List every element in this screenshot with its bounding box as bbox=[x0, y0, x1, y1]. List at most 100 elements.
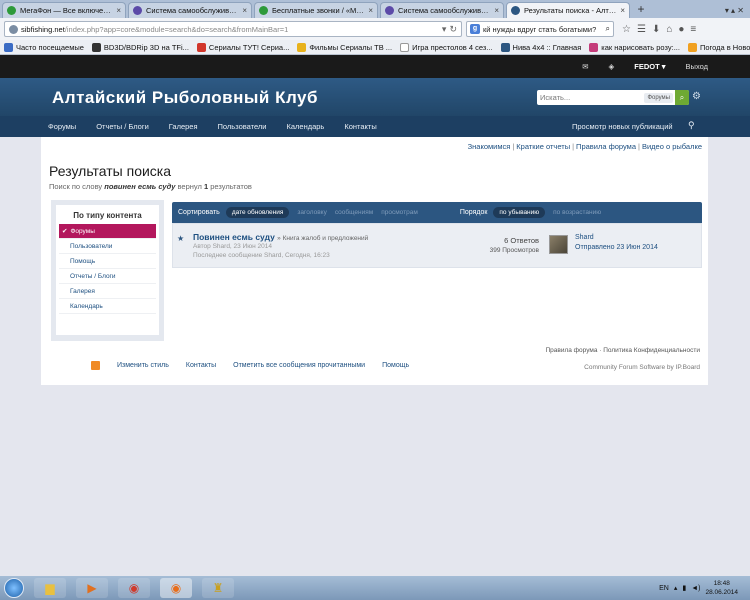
order-asc[interactable]: по возрастанию bbox=[553, 209, 601, 216]
close-tab-icon[interactable]: × bbox=[620, 6, 625, 15]
nav-calendar[interactable]: Календарь bbox=[286, 122, 324, 131]
browser-tab[interactable]: Система самообслужива... × bbox=[380, 2, 504, 18]
language-icon[interactable]: EN bbox=[659, 585, 669, 592]
filter-calendar[interactable]: Календарь bbox=[59, 299, 156, 314]
tab-label: Система самообслужива... bbox=[398, 6, 491, 15]
browser-tab-active[interactable]: Результаты поиска - Алта... × bbox=[506, 2, 630, 18]
site-identity-icon[interactable] bbox=[9, 24, 18, 34]
search-result-row: ★ Повинен есмь суду » Книга жалоб и пред… bbox=[172, 223, 702, 268]
filter-forums[interactable]: ✔ Форумы bbox=[59, 224, 156, 239]
close-tab-icon[interactable]: × bbox=[242, 6, 247, 15]
nav-forums[interactable]: Форумы bbox=[48, 122, 76, 131]
search-submit-icon[interactable]: ⌕ bbox=[675, 90, 689, 105]
views-count: 399 Просмотров bbox=[489, 247, 539, 254]
messenger-icon[interactable]: ✉ bbox=[582, 62, 588, 71]
filter-help[interactable]: Помощь bbox=[59, 254, 156, 269]
bookmark-icon bbox=[400, 42, 410, 52]
quick-link[interactable]: Видео о рыбалке bbox=[642, 142, 702, 151]
footer-policy-links[interactable]: Правила форума · Политика Конфиденциальн… bbox=[545, 347, 700, 354]
nav-gallery[interactable]: Галерея bbox=[169, 122, 198, 131]
bookmarks-menu-icon[interactable]: ☰ bbox=[637, 24, 646, 35]
gear-icon[interactable]: ⚙ bbox=[692, 91, 701, 102]
home-icon[interactable]: ⌂ bbox=[666, 24, 672, 35]
bookmark-item[interactable]: Нива 4х4 :: Главная bbox=[500, 42, 581, 52]
addon-icon[interactable]: ● bbox=[678, 24, 684, 35]
close-tab-icon[interactable]: × bbox=[494, 6, 499, 15]
menu-icon[interactable]: ≡ bbox=[690, 24, 696, 35]
user-menu[interactable]: FEDOT ▾ bbox=[634, 62, 665, 71]
firefox-taskbar-button[interactable]: ◉ bbox=[160, 578, 192, 598]
chrome-taskbar-button[interactable]: ◉ bbox=[118, 578, 150, 598]
avatar[interactable] bbox=[549, 235, 568, 254]
search-query-text[interactable]: кй нужды вдруг стать богатыми? bbox=[483, 25, 603, 34]
sort-by-posts[interactable]: сообщениям bbox=[335, 209, 373, 216]
contacts-link[interactable]: Контакты bbox=[186, 362, 216, 369]
sort-by-views[interactable]: просмотрам bbox=[381, 209, 418, 216]
windows-taskbar: ▆ ▶ ◉ ◉ ♜ EN ▴ ▮ ◄) 18:48 28.06.2014 bbox=[0, 576, 750, 600]
window-controls[interactable]: ▾ ▴ ✕ bbox=[725, 6, 750, 18]
sort-by-date[interactable]: дате обновления bbox=[225, 207, 290, 218]
bookmark-item[interactable]: Сериалы ТУТ! Сериа... bbox=[196, 42, 289, 52]
quick-link[interactable]: Правила форума bbox=[576, 142, 636, 151]
site-favicon-icon bbox=[133, 6, 142, 15]
reload-icon[interactable]: ↻ bbox=[449, 24, 457, 35]
result-title-link[interactable]: Повинен есмь суду bbox=[193, 232, 275, 242]
quick-link[interactable]: Краткие отчеты bbox=[516, 142, 570, 151]
browser-tab[interactable]: МегаФон — Все включено... × bbox=[2, 2, 126, 18]
quick-link[interactable]: Знакомимся bbox=[468, 142, 511, 151]
explorer-taskbar-button[interactable]: ▆ bbox=[34, 578, 66, 598]
media-player-taskbar-button[interactable]: ▶ bbox=[76, 578, 108, 598]
bookmark-star-icon[interactable]: ☆ bbox=[622, 24, 631, 35]
site-search-input[interactable]: Искать... bbox=[540, 93, 644, 102]
notifications-icon[interactable]: ◈ bbox=[609, 62, 615, 71]
filter-members[interactable]: Пользователи bbox=[59, 239, 156, 254]
site-header: Алтайский Рыболовный Клуб Искать... Фору… bbox=[0, 78, 750, 116]
url-text[interactable]: sibfishing.net/index.php?app=core&module… bbox=[21, 25, 439, 34]
tray-arrow-icon[interactable]: ▴ bbox=[674, 584, 678, 592]
bookmark-item[interactable]: BD3D/BDRip 3D на TFi... bbox=[91, 42, 189, 52]
order-desc[interactable]: по убыванию bbox=[493, 207, 546, 218]
close-tab-icon[interactable]: × bbox=[368, 6, 373, 15]
change-style-link[interactable]: Изменить стиль bbox=[117, 362, 169, 369]
nav-blogs[interactable]: Отчеты / Блоги bbox=[96, 122, 149, 131]
search-scope[interactable]: Форумы bbox=[644, 92, 673, 103]
browser-tab[interactable]: Бесплатные звонки / «Ме... × bbox=[254, 2, 378, 18]
sort-bar: Сортировать дате обновления заголовку со… bbox=[172, 202, 702, 223]
sort-by-title[interactable]: заголовку bbox=[297, 209, 326, 216]
nav-members[interactable]: Пользователи bbox=[218, 122, 267, 131]
folder-icon: ▆ bbox=[45, 581, 55, 595]
view-new-content-link[interactable]: Просмотр новых публикаций bbox=[572, 122, 673, 131]
posted-date-link[interactable]: Отправлено 23 Июн 2014 bbox=[575, 244, 658, 251]
bookmark-item[interactable]: как нарисовать розу:... bbox=[589, 42, 680, 52]
result-category[interactable]: » Книга жалоб и предложений bbox=[277, 235, 368, 242]
google-icon[interactable]: g bbox=[470, 24, 480, 34]
address-bar[interactable]: sibfishing.net/index.php?app=core&module… bbox=[4, 21, 462, 37]
download-icon[interactable]: ⬇ bbox=[652, 24, 660, 35]
clock[interactable]: 18:48 28.06.2014 bbox=[705, 579, 738, 597]
browser-search-box[interactable]: g кй нужды вдруг стать богатыми? ⌕ bbox=[466, 21, 614, 37]
footer-credit[interactable]: Community Forum Software by IP.Board bbox=[584, 364, 700, 371]
filter-blogs[interactable]: Отчеты / Блоги bbox=[59, 269, 156, 284]
site-logo[interactable]: Алтайский Рыболовный Клуб bbox=[52, 88, 318, 108]
rss-icon[interactable] bbox=[91, 361, 100, 370]
help-link[interactable]: Помощь bbox=[382, 362, 409, 369]
location-pin-icon[interactable]: ⚲ bbox=[688, 120, 695, 131]
search-icon[interactable]: ⌕ bbox=[606, 24, 610, 34]
last-poster-link[interactable]: Shard bbox=[575, 234, 594, 241]
bookmark-item[interactable]: Фильмы Сериалы ТВ ... bbox=[297, 42, 392, 52]
volume-icon[interactable]: ◄) bbox=[691, 585, 700, 592]
new-tab-button[interactable]: + bbox=[632, 2, 650, 18]
bookmark-item[interactable]: Погода в Новоалтай... bbox=[687, 42, 750, 52]
start-button[interactable] bbox=[4, 578, 24, 598]
browser-tab[interactable]: Система самообслужива... × bbox=[128, 2, 252, 18]
network-icon[interactable]: ▮ bbox=[682, 584, 686, 592]
logout-link[interactable]: Выход bbox=[686, 62, 708, 71]
mark-all-read-link[interactable]: Отметить все сообщения прочитанными bbox=[233, 362, 365, 369]
app-taskbar-button[interactable]: ♜ bbox=[202, 578, 234, 598]
close-tab-icon[interactable]: × bbox=[116, 6, 121, 15]
nav-contacts[interactable]: Контакты bbox=[344, 122, 376, 131]
bookmark-item[interactable]: Игра престолов 4 сез... bbox=[400, 42, 493, 52]
filter-gallery[interactable]: Галерея bbox=[59, 284, 156, 299]
bookmark-item[interactable]: Часто посещаемые bbox=[4, 42, 84, 52]
dropdown-arrow-icon[interactable]: ▾ bbox=[442, 24, 447, 35]
